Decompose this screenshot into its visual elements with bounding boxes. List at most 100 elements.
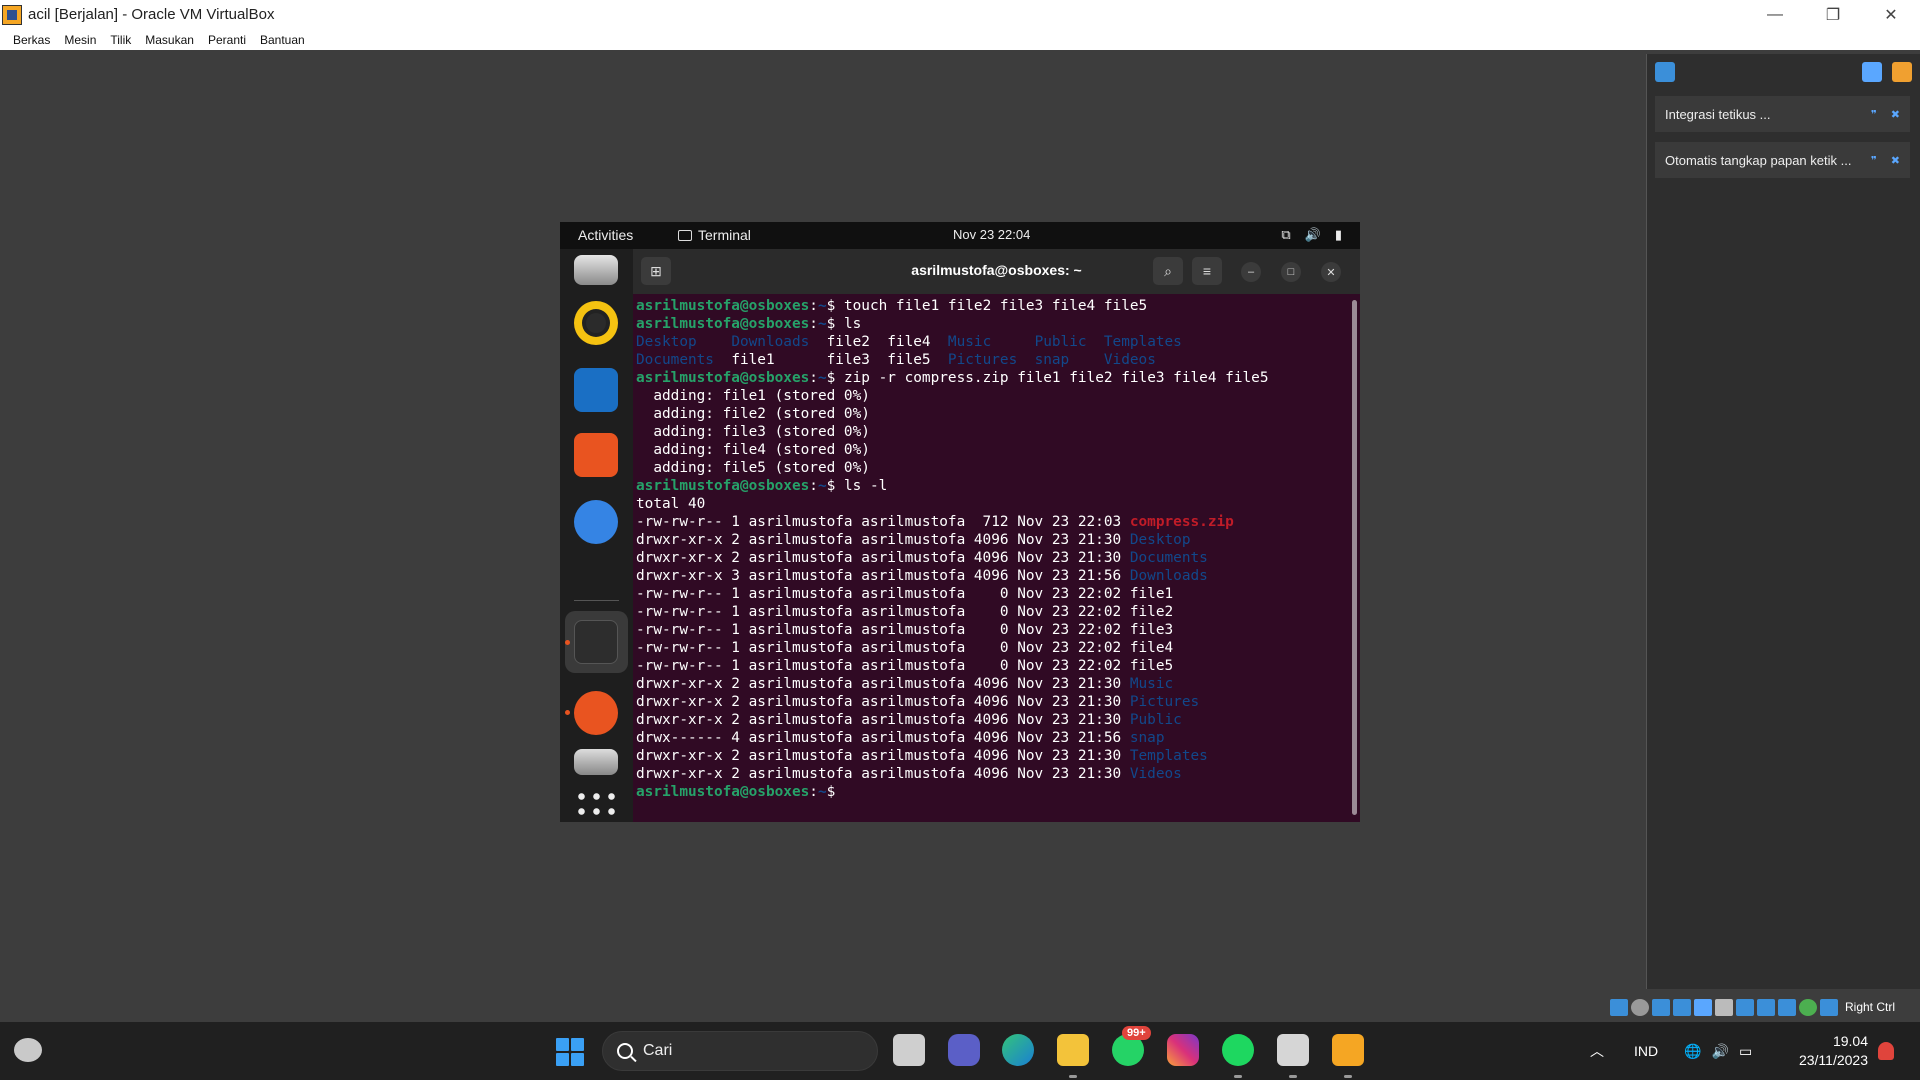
menu-bantuan[interactable]: Bantuan bbox=[253, 33, 312, 47]
optical-drive-icon[interactable] bbox=[1631, 998, 1649, 1016]
spotify-icon[interactable] bbox=[1222, 1034, 1254, 1066]
show-apps-icon[interactable] bbox=[574, 789, 618, 819]
terminal-close-button[interactable]: ✕ bbox=[1321, 262, 1341, 282]
message-icon[interactable] bbox=[1655, 62, 1675, 82]
prompt-path: ~ bbox=[817, 370, 827, 386]
ls-long-meta: drwxr-xr-x 2 asrilmustofa asrilmustofa 4… bbox=[636, 712, 1130, 728]
dismiss-icon[interactable]: ✖ bbox=[1891, 108, 1900, 121]
app-center-icon[interactable] bbox=[574, 433, 618, 477]
terminal-line: adding: file5 (stored 0%) bbox=[636, 459, 1360, 477]
ls-long-meta: drwxr-xr-x 2 asrilmustofa asrilmustofa 4… bbox=[636, 694, 1130, 710]
terminal-scrollbar[interactable] bbox=[1352, 300, 1357, 815]
ls-long-name: Documents bbox=[1129, 550, 1208, 566]
menu-masukan[interactable]: Masukan bbox=[138, 33, 201, 47]
taskbar-clock[interactable]: 19.04 23/11/2023 bbox=[1780, 1032, 1868, 1070]
volume-icon[interactable]: 🔊 bbox=[1712, 1043, 1729, 1060]
terminal-output[interactable]: asrilmustofa@osboxes:~$ touch file1 file… bbox=[633, 294, 1360, 822]
prompt-separator: : bbox=[809, 784, 818, 800]
terminal-maximize-button[interactable]: □ bbox=[1281, 262, 1301, 282]
prompt-user: asrilmustofa@osboxes bbox=[636, 478, 810, 494]
gnome-clock[interactable]: Nov 23 22:04 bbox=[953, 227, 1030, 242]
language-indicator[interactable]: IND bbox=[1634, 1043, 1658, 1059]
shared-folder-icon[interactable] bbox=[1715, 998, 1733, 1016]
vbox-title-bar[interactable]: acil [Berjalan] - Oracle VM VirtualBox —… bbox=[0, 0, 1920, 29]
menu-tilik[interactable]: Tilik bbox=[103, 33, 138, 47]
search-button[interactable]: ⌕ bbox=[1153, 257, 1183, 285]
minimize-button[interactable]: — bbox=[1746, 0, 1804, 29]
terminal-line: drwxr-xr-x 2 asrilmustofa asrilmustofa 4… bbox=[636, 711, 1360, 729]
ls-long-name: Music bbox=[1129, 676, 1174, 692]
output-text: adding: file3 (stored 0%) bbox=[636, 424, 870, 440]
running-indicator bbox=[1289, 1075, 1297, 1078]
weather-icon[interactable] bbox=[14, 1038, 42, 1062]
terminal-dock-icon[interactable] bbox=[574, 620, 618, 664]
menu-berkas[interactable]: Berkas bbox=[6, 33, 57, 47]
clock-date: 23/11/2023 bbox=[1798, 1052, 1868, 1068]
terminal-line: adding: file4 (stored 0%) bbox=[636, 441, 1360, 459]
app-menu[interactable]: Terminal bbox=[678, 227, 751, 243]
terminal-line: drwxr-xr-x 2 asrilmustofa asrilmustofa 4… bbox=[636, 747, 1360, 765]
activities-button[interactable]: Activities bbox=[578, 227, 633, 243]
notification-mouse-integration[interactable]: Integrasi tetikus ... ❞ ✖ bbox=[1655, 96, 1910, 132]
storage-icon[interactable] bbox=[1610, 998, 1628, 1016]
terminal-line: -rw-rw-r-- 1 asrilmustofa asrilmustofa 0… bbox=[636, 639, 1360, 657]
close-button[interactable]: ✕ bbox=[1862, 0, 1920, 29]
guest-screen[interactable]: Activities Terminal Nov 23 22:04 ⧉ 🔊 ▮ ⊞… bbox=[560, 222, 1360, 822]
notification-keyboard-capture[interactable]: Otomatis tangkap papan ketik ... ❞ ✖ bbox=[1655, 142, 1910, 178]
start-button[interactable] bbox=[556, 1038, 584, 1066]
prompt-path: ~ bbox=[817, 298, 827, 314]
ubuntu-icon[interactable] bbox=[574, 691, 618, 735]
teams-chat-icon[interactable] bbox=[948, 1034, 980, 1066]
ls-long-name: file1 bbox=[1129, 586, 1174, 602]
virtualbox-manager-icon[interactable] bbox=[1277, 1034, 1309, 1066]
dismiss-icon[interactable]: ✖ bbox=[1891, 154, 1900, 167]
menu-mesin[interactable]: Mesin bbox=[57, 33, 103, 47]
notification-bell-icon[interactable] bbox=[1878, 1042, 1894, 1060]
display-icon[interactable] bbox=[1736, 998, 1754, 1016]
window-controls: — ❐ ✕ bbox=[1746, 0, 1920, 29]
ls-long-name: Desktop bbox=[1129, 532, 1191, 548]
taskbar-search[interactable]: Cari bbox=[602, 1031, 878, 1071]
usb-icon[interactable] bbox=[1694, 998, 1712, 1016]
terminal-line: adding: file2 (stored 0%) bbox=[636, 405, 1360, 423]
help-icon[interactable] bbox=[574, 500, 618, 544]
edge-icon[interactable] bbox=[1002, 1034, 1034, 1066]
hamburger-menu-button[interactable]: ≡ bbox=[1192, 257, 1222, 285]
ls-long-meta: drwxr-xr-x 2 asrilmustofa asrilmustofa 4… bbox=[636, 532, 1130, 548]
ls-entry: file1 file3 file5 bbox=[731, 352, 948, 368]
network-icon[interactable] bbox=[1673, 998, 1691, 1016]
audio-icon[interactable] bbox=[1652, 998, 1670, 1016]
chevron-up-icon[interactable]: ︿ bbox=[1590, 1041, 1604, 1061]
virtualbox-vm-icon[interactable] bbox=[1332, 1034, 1364, 1066]
terminal-header-bar[interactable]: ⊞ asrilmustofa@osboxes: ~ ⌕ ≡ – □ ✕ bbox=[633, 249, 1360, 294]
system-menu[interactable]: ⧉ 🔊 ▮ bbox=[1281, 227, 1342, 243]
recording-icon[interactable] bbox=[1757, 998, 1775, 1016]
terminal-minimize-button[interactable]: – bbox=[1241, 262, 1261, 282]
app-menu-label: Terminal bbox=[698, 227, 751, 243]
drive-icon[interactable] bbox=[574, 749, 618, 775]
mouse-integration-icon[interactable] bbox=[1820, 998, 1838, 1016]
sort-icon[interactable] bbox=[1862, 62, 1882, 82]
instagram-icon[interactable] bbox=[1167, 1034, 1199, 1066]
cpu-icon[interactable] bbox=[1778, 998, 1796, 1016]
command-text: $ touch file1 file2 file3 file4 file5 bbox=[826, 298, 1148, 314]
clear-all-icon[interactable] bbox=[1892, 62, 1912, 82]
help-icon[interactable]: ❞ bbox=[1871, 154, 1877, 167]
help-icon[interactable]: ❞ bbox=[1871, 108, 1877, 121]
rhythmbox-icon[interactable] bbox=[574, 301, 618, 345]
ls-entry: snap bbox=[1034, 352, 1104, 368]
file-explorer-icon[interactable] bbox=[1057, 1034, 1089, 1066]
terminal-line: drwxr-xr-x 2 asrilmustofa asrilmustofa 4… bbox=[636, 765, 1360, 783]
task-view-icon[interactable] bbox=[893, 1034, 925, 1066]
output-text: total 40 bbox=[636, 496, 706, 512]
terminal-line: drwxr-xr-x 2 asrilmustofa asrilmustofa 4… bbox=[636, 549, 1360, 567]
terminal-lines: asrilmustofa@osboxes:~$ touch file1 file… bbox=[636, 297, 1360, 801]
restore-button[interactable]: ❐ bbox=[1804, 0, 1862, 29]
files-icon[interactable] bbox=[574, 255, 618, 285]
battery-icon[interactable]: ▭ bbox=[1739, 1043, 1752, 1060]
vt-icon[interactable] bbox=[1799, 998, 1817, 1016]
menu-peranti[interactable]: Peranti bbox=[201, 33, 253, 47]
globe-icon[interactable]: 🌐 bbox=[1684, 1043, 1701, 1060]
libreoffice-writer-icon[interactable] bbox=[574, 368, 618, 412]
ls-entry: Desktop bbox=[636, 334, 732, 350]
